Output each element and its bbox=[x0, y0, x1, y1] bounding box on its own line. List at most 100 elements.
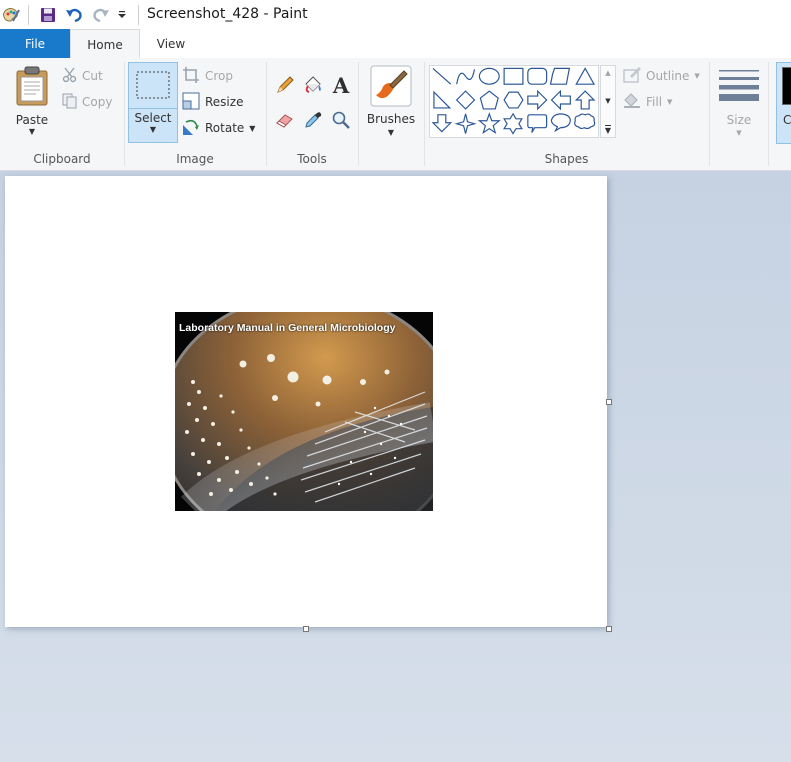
chevron-down-icon: ▼ bbox=[387, 128, 395, 137]
brushes-button[interactable]: Brushes ▼ bbox=[363, 62, 419, 144]
color-picker-icon[interactable] bbox=[301, 108, 325, 132]
ribbon-home: Paste ▼ Cut Copy Clipboard Select ▼ Crop… bbox=[0, 58, 791, 171]
crop-label: Crop bbox=[205, 69, 234, 83]
tab-home[interactable]: Home bbox=[70, 29, 140, 60]
clipboard-icon bbox=[14, 66, 50, 109]
resize-label: Resize bbox=[205, 95, 244, 109]
shapes-group-label: Shapes bbox=[544, 152, 589, 166]
select-rectangle-icon bbox=[136, 71, 170, 102]
line-shape-icon[interactable] bbox=[432, 67, 452, 85]
canvas-resize-handle-right[interactable] bbox=[606, 399, 612, 405]
canvas-resize-handle-corner[interactable] bbox=[606, 626, 612, 632]
canvas-resize-handle-bottom[interactable] bbox=[303, 626, 309, 632]
chevron-down-icon[interactable]: ▼ bbox=[605, 97, 610, 105]
oval-callout-shape-icon[interactable] bbox=[550, 113, 571, 133]
chevron-down-icon: ▼ bbox=[149, 125, 157, 134]
rotate-icon bbox=[182, 118, 205, 139]
rotate-button[interactable]: Rotate ▼ bbox=[182, 118, 255, 138]
divider bbox=[138, 5, 139, 25]
divider bbox=[28, 5, 29, 25]
triangle-shape-icon[interactable] bbox=[575, 67, 596, 85]
color1-label: C bbox=[783, 113, 791, 127]
chevron-down-icon: ▼ bbox=[736, 129, 742, 137]
six-point-star-shape-icon[interactable] bbox=[503, 112, 523, 135]
outline-icon bbox=[622, 66, 646, 87]
fill-bucket-icon[interactable] bbox=[301, 73, 325, 97]
tab-view[interactable]: View bbox=[140, 29, 202, 58]
fill-label: Fill bbox=[646, 95, 663, 109]
copy-label: Copy bbox=[82, 95, 113, 109]
size-button[interactable]: Size ▼ bbox=[714, 62, 764, 144]
four-point-star-shape-icon[interactable] bbox=[454, 113, 477, 134]
size-label: Size bbox=[726, 113, 752, 127]
color1-swatch bbox=[782, 67, 791, 105]
window-title: Screenshot_428 - Paint bbox=[147, 6, 308, 22]
fill-button[interactable]: Fill ▼ bbox=[622, 92, 672, 112]
paste-label: Paste bbox=[15, 113, 49, 127]
chevron-down-icon: ▼ bbox=[249, 123, 256, 133]
drawing-canvas[interactable]: Laboratory Manual in General Microbiolog… bbox=[5, 176, 607, 627]
select-label: Select bbox=[134, 111, 172, 125]
shapes-gallery-grid bbox=[431, 67, 596, 135]
left-arrow-shape-icon[interactable] bbox=[550, 89, 571, 111]
canvas-workspace[interactable]: Laboratory Manual in General Microbiolog… bbox=[0, 171, 791, 762]
chevron-up-icon[interactable]: ▲ bbox=[605, 69, 610, 77]
group-divider bbox=[124, 62, 125, 166]
outline-label: Outline bbox=[646, 69, 690, 83]
cut-button[interactable]: Cut bbox=[62, 66, 103, 86]
eraser-icon[interactable] bbox=[273, 108, 297, 132]
pasted-image[interactable]: Laboratory Manual in General Microbiolog… bbox=[175, 312, 433, 511]
paste-button[interactable]: Paste ▼ bbox=[8, 62, 56, 142]
up-arrow-shape-icon[interactable] bbox=[574, 90, 596, 110]
text-icon[interactable]: A bbox=[329, 73, 353, 98]
redo-arrow-icon[interactable] bbox=[90, 5, 112, 25]
copy-button[interactable]: Copy bbox=[62, 92, 112, 112]
shapes-gallery-scroll[interactable]: ▲ ▼ ▼ bbox=[600, 65, 616, 138]
diamond-shape-icon[interactable] bbox=[455, 90, 476, 110]
scissors-icon bbox=[62, 67, 82, 86]
paint-palette-icon[interactable] bbox=[0, 5, 22, 25]
oval-shape-icon[interactable] bbox=[478, 67, 500, 85]
chevron-down-icon: ▼ bbox=[667, 98, 673, 106]
magnifier-icon[interactable] bbox=[329, 108, 353, 132]
tab-file[interactable]: File bbox=[0, 29, 70, 58]
crop-button[interactable]: Crop bbox=[182, 66, 233, 86]
curve-shape-icon[interactable] bbox=[456, 69, 476, 85]
resize-icon bbox=[182, 92, 205, 113]
rounded-rectangular-callout-shape-icon[interactable] bbox=[527, 114, 548, 133]
down-arrow-shape-icon[interactable] bbox=[431, 114, 453, 133]
select-button[interactable]: Select ▼ bbox=[128, 62, 178, 143]
group-divider bbox=[768, 62, 769, 166]
dropdown-arrow-icon[interactable] bbox=[115, 5, 129, 25]
copy-icon bbox=[62, 93, 82, 112]
cloud-callout-shape-icon[interactable] bbox=[574, 113, 596, 130]
group-divider bbox=[709, 62, 710, 166]
rotate-label: Rotate bbox=[205, 121, 245, 135]
expand-gallery-icon[interactable]: ▼ bbox=[604, 125, 612, 135]
crop-icon bbox=[182, 66, 205, 87]
right-triangle-shape-icon[interactable] bbox=[433, 90, 452, 109]
group-divider bbox=[358, 62, 359, 166]
rectangle-shape-icon[interactable] bbox=[503, 67, 524, 85]
right-arrow-shape-icon[interactable] bbox=[527, 89, 548, 111]
five-point-star-shape-icon[interactable] bbox=[477, 112, 501, 135]
polygon-shape-icon[interactable] bbox=[549, 67, 571, 85]
group-divider bbox=[266, 62, 267, 166]
ribbon-tabs: File Home View bbox=[0, 29, 791, 60]
title-bar: Screenshot_428 - Paint bbox=[0, 0, 791, 29]
undo-arrow-icon[interactable] bbox=[63, 5, 85, 25]
outline-button[interactable]: Outline ▼ bbox=[622, 66, 700, 86]
hexagon-shape-icon[interactable] bbox=[503, 91, 524, 109]
floppy-disk-icon[interactable] bbox=[37, 5, 59, 25]
pentagon-shape-icon[interactable] bbox=[479, 90, 499, 110]
rounded-rectangle-shape-icon[interactable] bbox=[527, 67, 548, 85]
chevron-down-icon: ▼ bbox=[28, 127, 36, 136]
resize-button[interactable]: Resize bbox=[182, 92, 243, 112]
pencil-icon[interactable] bbox=[273, 73, 297, 97]
chevron-down-icon: ▼ bbox=[694, 72, 700, 80]
shapes-gallery bbox=[429, 65, 599, 138]
group-divider bbox=[424, 62, 425, 166]
image-group-label: Image bbox=[176, 152, 214, 166]
color1-button[interactable]: C bbox=[776, 62, 791, 144]
brushes-label: Brushes bbox=[366, 112, 416, 126]
